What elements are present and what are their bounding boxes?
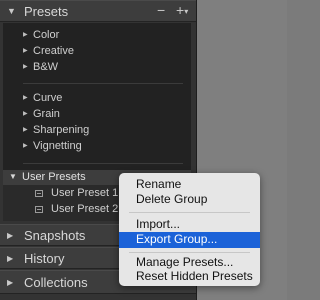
menu-item-label: Delete Group	[136, 192, 208, 206]
expand-triangle-icon[interactable]: ▶	[23, 94, 28, 101]
menu-item-import[interactable]: Import...	[119, 217, 260, 233]
preset-group-vignetting[interactable]: ▶ Vignetting	[3, 139, 191, 155]
menu-item-label: Import...	[136, 217, 181, 231]
preset-group-label: Curve	[33, 92, 63, 104]
remove-preset-button[interactable]: −	[157, 2, 165, 18]
expand-triangle-icon[interactable]: ▶	[23, 142, 28, 149]
expand-triangle-icon[interactable]: ▶	[7, 231, 13, 240]
presets-title: Presets	[24, 4, 69, 19]
dropdown-chevron-icon: ▾	[184, 7, 189, 16]
add-preset-button[interactable]: +▾	[176, 2, 188, 18]
preset-group-color[interactable]: ▶ Color	[3, 28, 191, 44]
preset-group-sharpening[interactable]: ▶ Sharpening	[3, 123, 191, 139]
expand-triangle-icon[interactable]: ▶	[23, 47, 28, 54]
menu-item-export-group[interactable]: Export Group...	[119, 232, 260, 248]
presets-list: ▶ Color ▶ Creative ▶ B&W ▶ Curve ▶ Grain…	[3, 23, 191, 170]
preset-group-label: Color	[33, 29, 60, 41]
menu-item-label: Reset Hidden Presets	[136, 269, 253, 283]
collections-title: Collections	[24, 275, 88, 290]
collapse-triangle-icon[interactable]: ▼	[9, 172, 17, 181]
expand-triangle-icon[interactable]: ▶	[7, 278, 13, 287]
history-title: History	[24, 251, 65, 266]
preset-group-label: B&W	[33, 61, 59, 73]
menu-item-label: Manage Presets...	[136, 255, 234, 269]
preset-group-label: Creative	[33, 45, 74, 57]
expand-triangle-icon[interactable]: ▶	[23, 110, 28, 117]
preset-group-bw[interactable]: ▶ B&W	[3, 60, 191, 76]
menu-item-reset-hidden-presets[interactable]: Reset Hidden Presets	[119, 269, 260, 285]
context-menu: Rename Delete Group Import... Export Gro…	[119, 173, 260, 286]
preset-group-grain[interactable]: ▶ Grain	[3, 107, 191, 123]
user-preset-label: User Preset 1	[51, 187, 119, 199]
snapshots-title: Snapshots	[24, 228, 86, 243]
collapse-triangle-icon[interactable]: ▼	[7, 6, 16, 16]
preset-icon	[35, 206, 43, 213]
menu-item-delete-group[interactable]: Delete Group	[119, 192, 260, 208]
menu-separator	[129, 212, 250, 213]
expand-triangle-icon[interactable]: ▶	[23, 63, 28, 70]
menu-separator	[129, 252, 250, 253]
preset-group-label: Vignetting	[33, 140, 82, 152]
preset-group-creative[interactable]: ▶ Creative	[3, 44, 191, 60]
user-presets-label: User Presets	[22, 171, 86, 183]
expand-triangle-icon[interactable]: ▶	[23, 126, 28, 133]
add-icon: +	[176, 2, 185, 18]
preset-group-label: Grain	[33, 108, 60, 120]
menu-item-label: Export Group...	[136, 232, 218, 246]
presets-header[interactable]: ▼ Presets − +▾	[0, 0, 196, 22]
expand-triangle-icon[interactable]: ▶	[23, 31, 28, 38]
preset-group-curve[interactable]: ▶ Curve	[3, 91, 191, 107]
group-divider	[23, 83, 183, 84]
menu-item-label: Rename	[136, 177, 182, 191]
menu-item-rename[interactable]: Rename	[119, 177, 260, 193]
user-preset-label: User Preset 2	[51, 203, 119, 215]
preset-group-label: Sharpening	[33, 124, 90, 136]
group-divider	[23, 163, 183, 164]
preset-icon	[35, 190, 43, 197]
expand-triangle-icon[interactable]: ▶	[7, 254, 13, 263]
